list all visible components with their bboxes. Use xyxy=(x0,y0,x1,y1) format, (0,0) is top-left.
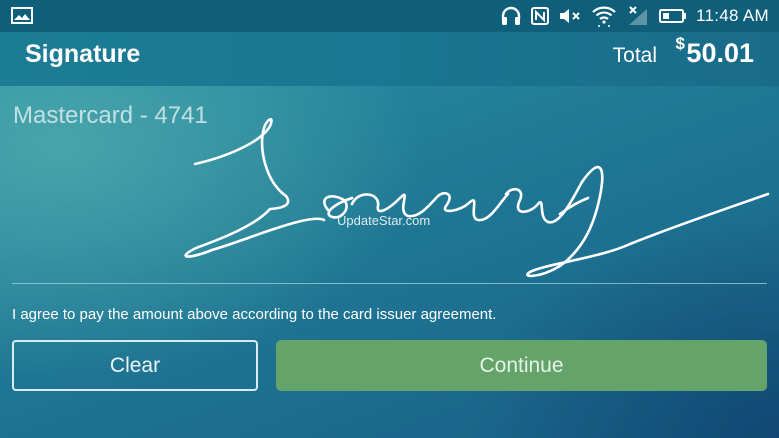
mute-icon xyxy=(560,9,580,23)
total-label: Total xyxy=(612,44,657,67)
clear-button-label: Clear xyxy=(109,353,161,377)
wifi-icon xyxy=(592,6,616,27)
headset-icon xyxy=(501,6,521,25)
agreement-text: I agree to pay the amount above accordin… xyxy=(12,306,497,323)
header-bar: Signature Total $ 50.01 xyxy=(0,32,779,86)
status-bar: 11:48 AM xyxy=(0,0,779,32)
watermark: UpdateStar.com xyxy=(337,213,431,228)
nfc-icon xyxy=(531,7,550,25)
gallery-icon xyxy=(11,7,33,24)
signature-line xyxy=(12,283,767,284)
no-signal-icon xyxy=(629,6,648,25)
battery-icon xyxy=(659,9,687,23)
clear-button[interactable]: Clear xyxy=(12,340,258,391)
status-clock: 11:48 AM xyxy=(696,6,769,25)
continue-button[interactable]: Continue xyxy=(276,340,767,391)
page-title: Signature xyxy=(25,40,141,68)
signature-pad[interactable] xyxy=(0,86,779,286)
total-currency: $ xyxy=(675,34,685,53)
continue-button-label: Continue xyxy=(479,353,564,377)
signature-area: Mastercard - 4741 UpdateStar.com I agree… xyxy=(0,86,779,438)
total-amount: 50.01 xyxy=(686,38,754,68)
